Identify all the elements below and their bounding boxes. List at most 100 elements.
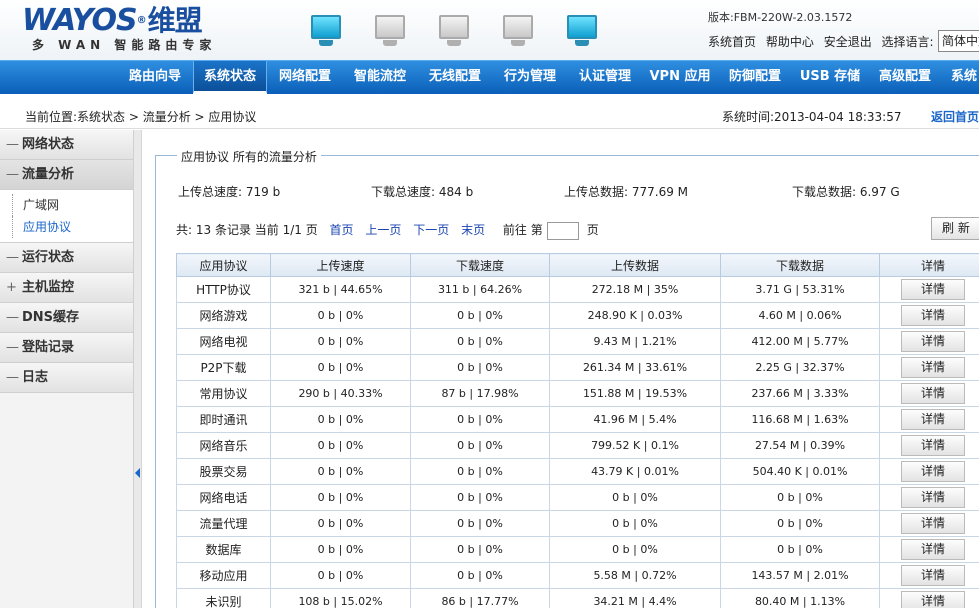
details-cell: 详情 [879, 432, 979, 459]
sidebar-item-runtime-status[interactable]: — 运行状态 [0, 243, 133, 273]
table-row: 常用协议 290 b | 40.33% 87 b | 17.98% 151.88 M … [176, 380, 979, 407]
monitor-icon[interactable] [500, 13, 536, 49]
details-button[interactable]: 详情 [901, 357, 965, 378]
details-button[interactable]: 详情 [901, 565, 965, 586]
language-select[interactable]: 简体中文 [938, 30, 979, 52]
protocol-name-cell: 网络电话 [176, 484, 271, 511]
traffic-value-cell: 43.79 K | 0.01% [549, 458, 721, 485]
protocol-name-cell: HTTP协议 [176, 276, 271, 303]
sidebar-item-dns-cache[interactable]: — DNS缓存 [0, 303, 133, 333]
details-button[interactable]: 详情 [901, 409, 965, 430]
details-button[interactable]: 详情 [901, 591, 965, 608]
nav-wireless-config[interactable]: 无线配置 [418, 61, 492, 94]
nav-vpn[interactable]: VPN 应用 [643, 61, 717, 94]
traffic-value-cell: 0 b | 0% [410, 354, 550, 381]
nav-behavior-management[interactable]: 行为管理 [493, 61, 567, 94]
pagination: 共: 13 条记录 当前 1/1 页 首页 上一页 下一页 末页 前往 第 页 [176, 221, 599, 240]
details-cell: 详情 [879, 458, 979, 485]
details-button[interactable]: 详情 [901, 435, 965, 456]
details-button[interactable]: 详情 [901, 305, 965, 326]
table-row: 流量代理 0 b | 0% 0 b | 0% 0 b | 0% 0 b | 0% 详情 [176, 510, 979, 537]
help-center-link[interactable]: 帮助中心 [766, 35, 814, 49]
traffic-value-cell: 0 b | 0% [270, 354, 411, 381]
details-cell: 详情 [879, 302, 979, 329]
prev-page-link[interactable]: 上一页 [365, 223, 401, 237]
traffic-value-cell: 5.58 M | 0.72% [549, 562, 721, 589]
collapse-icon: — [6, 250, 19, 265]
panel-legend: 应用协议 所有的流量分析 [177, 148, 321, 165]
col-header-details: 详情 [879, 253, 979, 277]
traffic-value-cell: 0 b | 0% [410, 328, 550, 355]
table-row: 网络电话 0 b | 0% 0 b | 0% 0 b | 0% 0 b | 0% 详情 [176, 484, 979, 511]
traffic-value-cell: 0 b | 0% [270, 328, 411, 355]
details-button[interactable]: 详情 [901, 331, 965, 352]
system-home-link[interactable]: 系统首页 [708, 35, 756, 49]
nav-auth-management[interactable]: 认证管理 [568, 61, 642, 94]
details-button[interactable]: 详情 [901, 513, 965, 534]
details-button[interactable]: 详情 [901, 279, 965, 300]
nav-system[interactable]: 系统 [943, 61, 979, 94]
details-button[interactable]: 详情 [901, 487, 965, 508]
header-bar: WAYOS®维盟 多 WAN 智能路由专家 版本:FBM-220W-2.03.1… [0, 0, 979, 60]
details-button[interactable]: 详情 [901, 461, 965, 482]
collapse-arrow-icon[interactable] [135, 468, 140, 478]
traffic-value-cell: 237.66 M | 3.33% [720, 380, 880, 407]
goto-label: 前往 第 [502, 223, 543, 237]
traffic-value-cell: 0 b | 0% [720, 510, 880, 537]
protocol-name-cell: 网络游戏 [176, 302, 271, 329]
logout-link[interactable]: 安全退出 [824, 35, 872, 49]
nav-defense-config[interactable]: 防御配置 [718, 61, 792, 94]
wayos-logo[interactable]: WAYOS®维盟 多 WAN 智能路由专家 [22, 4, 216, 53]
collapse-icon: — [6, 137, 19, 152]
first-page-link[interactable]: 首页 [330, 223, 354, 237]
sidebar-item-traffic-analysis[interactable]: — 流量分析 [0, 160, 133, 190]
traffic-value-cell: 34.21 M | 4.4% [549, 588, 721, 608]
nav-system-status[interactable]: 系统状态 [193, 61, 267, 94]
refresh-button[interactable]: 刷 新 [931, 217, 979, 240]
main-nav: 路由向导 系统状态 网络配置 智能流控 无线配置 行为管理 认证管理 VPN 应… [0, 60, 979, 94]
traffic-value-cell: 0 b | 0% [270, 484, 411, 511]
details-button[interactable]: 详情 [901, 383, 965, 404]
table-row: 网络电视 0 b | 0% 0 b | 0% 9.43 M | 1.21% 412.00… [176, 328, 979, 355]
nav-smart-flow-control[interactable]: 智能流控 [343, 61, 417, 94]
monitor-icon[interactable] [436, 13, 472, 49]
last-page-link[interactable]: 末页 [461, 223, 485, 237]
breadcrumb: 当前位置:系统状态 > 流量分析 > 应用协议 [25, 110, 257, 124]
nav-usb-storage[interactable]: USB 存储 [793, 61, 867, 94]
traffic-value-cell: 0 b | 0% [720, 484, 880, 511]
traffic-value-cell: 116.68 M | 1.63% [720, 406, 880, 433]
back-home-link[interactable]: 返回首页 [931, 108, 979, 125]
nav-route-wizard[interactable]: 路由向导 [118, 61, 192, 94]
sidebar-subitem-wan[interactable]: 广域网 [12, 194, 133, 216]
traffic-value-cell: 0 b | 0% [410, 484, 550, 511]
col-header-upload-data: 上传数据 [549, 253, 721, 277]
traffic-value-cell: 0 b | 0% [270, 458, 411, 485]
traffic-value-cell: 0 b | 0% [410, 536, 550, 563]
table-row: 移动应用 0 b | 0% 0 b | 0% 5.58 M | 0.72% 143.57… [176, 562, 979, 589]
nav-network-config[interactable]: 网络配置 [268, 61, 342, 94]
next-page-link[interactable]: 下一页 [413, 223, 449, 237]
details-button[interactable]: 详情 [901, 539, 965, 560]
page-number-input[interactable] [546, 221, 579, 240]
sidebar-item-login-records[interactable]: — 登陆记录 [0, 333, 133, 363]
sidebar-item-host-monitor[interactable]: + 主机监控 [0, 273, 133, 303]
sidebar-item-logs[interactable]: — 日志 [0, 363, 133, 393]
traffic-value-cell: 412.00 M | 5.77% [720, 328, 880, 355]
sidebar-splitter[interactable] [134, 130, 142, 608]
traffic-value-cell: 0 b | 0% [549, 510, 721, 537]
traffic-value-cell: 290 b | 40.33% [270, 380, 411, 407]
monitor-icon[interactable] [564, 13, 600, 49]
nav-advanced-config[interactable]: 高级配置 [868, 61, 942, 94]
sidebar-subitem-app-protocol[interactable]: 应用协议 [12, 216, 133, 238]
logo-slogan: 多 WAN 智能路由专家 [32, 38, 217, 52]
collapse-icon: — [6, 310, 19, 325]
sidebar-item-network-status[interactable]: — 网络状态 [0, 130, 133, 160]
details-cell: 详情 [879, 328, 979, 355]
expand-icon: + [6, 280, 17, 295]
monitor-icon[interactable] [372, 13, 408, 49]
traffic-value-cell: 0 b | 0% [410, 510, 550, 537]
monitor-icon[interactable] [308, 13, 344, 49]
col-header-protocol: 应用协议 [176, 253, 271, 277]
traffic-value-cell: 4.60 M | 0.06% [720, 302, 880, 329]
details-cell: 详情 [879, 380, 979, 407]
